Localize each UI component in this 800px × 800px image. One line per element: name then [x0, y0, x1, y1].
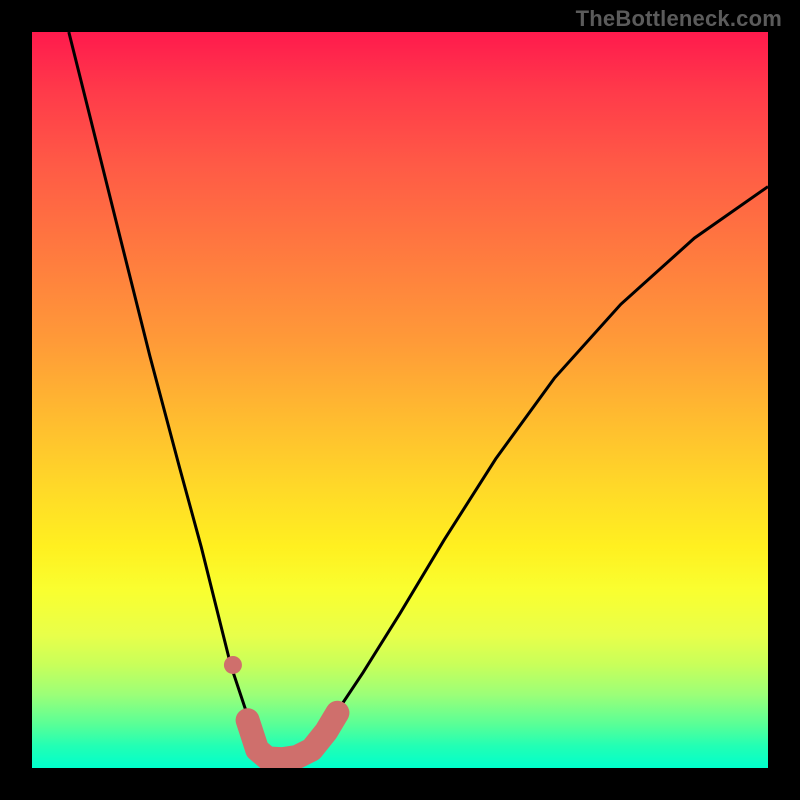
marker-dot — [224, 656, 242, 674]
chart-svg — [32, 32, 768, 768]
watermark-text: TheBottleneck.com — [576, 6, 782, 32]
bottleneck-curve — [69, 32, 768, 761]
marker-layer — [224, 656, 337, 759]
outer-frame: TheBottleneck.com — [0, 0, 800, 800]
sweet-spot-band — [248, 713, 338, 759]
